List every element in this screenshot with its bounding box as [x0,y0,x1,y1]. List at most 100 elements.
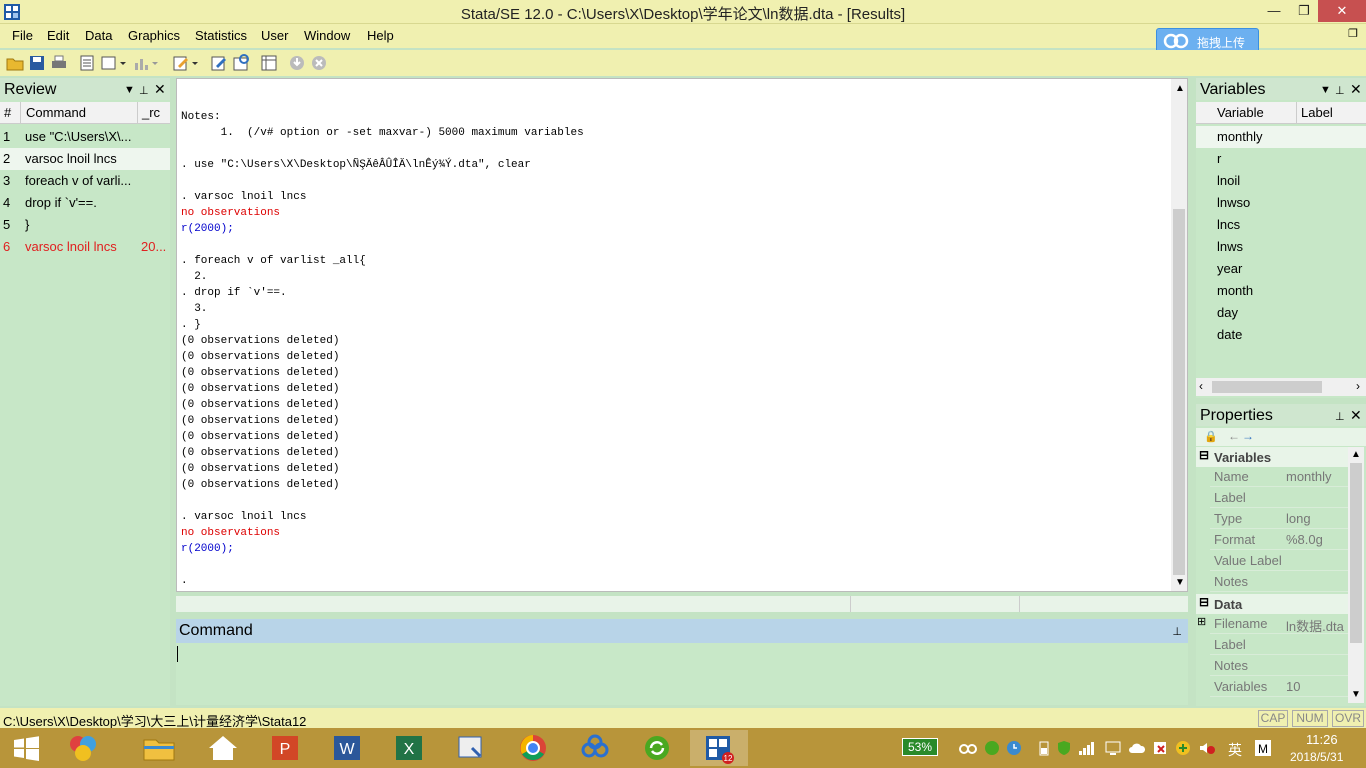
ime-mode-icon[interactable]: M [1254,739,1272,757]
do-file-editor-icon[interactable] [172,54,200,72]
variable-row[interactable]: r [1196,148,1366,170]
review-col-num[interactable]: # [4,105,11,120]
open-folder-icon[interactable] [6,54,24,72]
expand-icon[interactable]: ⊞ [1197,615,1206,628]
property-row[interactable]: Variables 10 [1210,676,1348,697]
scroll-down-icon[interactable]: ▼ [1351,689,1361,700]
collapse-icon[interactable]: ⊟ [1199,448,1209,462]
variable-row[interactable]: year [1196,258,1366,280]
data-browser-icon[interactable] [232,54,250,72]
baidu-tray-icon[interactable] [958,740,978,756]
review-row-error[interactable]: 6 varsoc lnoil lncs 20... [0,236,170,258]
section-data[interactable]: ⊟ Data [1196,594,1348,614]
pin-icon[interactable]: ⊥ [1335,84,1345,97]
word-icon[interactable]: W [318,730,376,766]
property-row[interactable]: Type long [1210,508,1348,529]
colorful-app-icon[interactable] [54,730,112,766]
review-col-rc[interactable]: _rc [142,105,160,120]
close-icon[interactable]: ✕ [154,81,166,98]
property-row[interactable]: Label [1210,487,1348,508]
cloud-icon[interactable] [1128,740,1146,756]
property-row[interactable]: Notes [1210,655,1348,676]
close-icon[interactable]: ✕ [1350,81,1362,98]
save-icon[interactable] [28,54,46,72]
lock-icon[interactable]: 🔒 [1204,430,1218,443]
filter-icon[interactable]: ▼ [1320,84,1331,96]
home-icon[interactable] [194,730,252,766]
security-shield-icon[interactable] [1056,740,1072,756]
variable-row[interactable]: monthly [1196,126,1366,148]
scrollbar-thumb[interactable] [1212,381,1322,393]
mdi-restore-button[interactable]: ❐ [1348,27,1358,40]
green-tray-icon[interactable] [984,740,1000,756]
print-icon[interactable] [50,54,68,72]
filter-icon[interactable]: ▼ [124,84,135,96]
menu-edit[interactable]: Edit [47,28,69,43]
scroll-up-icon[interactable]: ▲ [1175,83,1185,94]
break-icon[interactable] [310,54,328,72]
review-row[interactable]: 1 use "C:\Users\X\... [0,126,170,148]
remote-app-icon[interactable] [442,730,500,766]
battery-icon[interactable] [1038,740,1050,756]
collapse-icon[interactable]: ⊟ [1199,595,1209,609]
menu-help[interactable]: Help [367,28,394,43]
menu-window[interactable]: Window [304,28,350,43]
baidu-netdisk-icon[interactable] [566,730,624,766]
review-row[interactable]: 2 varsoc lnoil lncs [0,148,170,170]
results-window[interactable]: Notes: 1. (/v# option or -set maxvar-) 5… [176,78,1188,592]
variable-row[interactable]: lncs [1196,214,1366,236]
property-row[interactable]: Label [1210,634,1348,655]
powerpoint-icon[interactable]: P [256,730,314,766]
variable-row[interactable]: lnws [1196,236,1366,258]
forward-arrow-icon[interactable]: → [1242,429,1254,443]
menu-data[interactable]: Data [85,28,112,43]
graph-dropdown-icon[interactable] [132,54,160,72]
clock-tray-icon[interactable] [1006,740,1022,756]
chrome-icon[interactable] [504,730,562,766]
scroll-left-icon[interactable]: ‹ [1199,379,1203,393]
wifi-signal-icon[interactable] [1078,740,1096,756]
variables-col-variable[interactable]: Variable [1217,105,1264,120]
variable-row[interactable]: date [1196,324,1366,346]
review-row[interactable]: 4 drop if `v'==. [0,192,170,214]
minimize-button[interactable]: — [1256,0,1292,22]
variable-row[interactable]: lnwso [1196,192,1366,214]
clock-time[interactable]: 11:26 [1306,732,1338,747]
scrollbar-thumb[interactable] [1173,209,1185,575]
log-icon[interactable] [78,54,96,72]
refresh-app-icon[interactable] [628,730,686,766]
data-editor-icon[interactable] [210,54,228,72]
property-row[interactable]: Value Label [1210,550,1348,571]
windows-start-icon[interactable] [0,730,52,766]
variable-row[interactable]: lnoil [1196,170,1366,192]
variables-manager-icon[interactable] [260,54,278,72]
command-input[interactable] [176,643,1188,705]
scroll-up-icon[interactable]: ▲ [1351,449,1361,460]
stata-taskbar-icon[interactable]: 12 [690,730,748,766]
property-row[interactable]: Name monthly [1210,466,1348,487]
results-scrollbar[interactable]: ▲ ▼ [1171,79,1187,591]
more-icon[interactable] [288,54,306,72]
file-explorer-icon[interactable] [130,730,188,766]
display-icon[interactable] [1104,740,1122,756]
section-variables[interactable]: ⊟ Variables [1196,447,1348,467]
flag-icon[interactable] [1152,740,1170,756]
back-arrow-icon[interactable]: ← [1228,429,1240,443]
excel-icon[interactable]: X [380,730,438,766]
pin-icon[interactable]: ⊥ [139,84,149,97]
battery-percent[interactable]: 53% [902,738,938,756]
clock-date[interactable]: 2018/5/31 [1290,750,1343,764]
menu-file[interactable]: File [12,28,33,43]
close-icon[interactable]: ✕ [1350,407,1362,424]
variables-col-label[interactable]: Label [1301,105,1333,120]
pin-icon[interactable]: ⊥ [1172,625,1182,638]
review-col-command[interactable]: Command [26,105,86,120]
properties-scrollbar[interactable]: ▲ ▼ [1348,447,1364,703]
variables-hscrollbar[interactable]: ‹ › [1196,378,1366,396]
volume-muted-icon[interactable] [1198,740,1216,756]
scrollbar-thumb[interactable] [1350,463,1362,643]
property-row[interactable]: Notes [1210,571,1348,592]
variable-row[interactable]: month [1196,280,1366,302]
menu-user[interactable]: User [261,28,288,43]
pin-icon[interactable]: ⊥ [1335,410,1345,423]
